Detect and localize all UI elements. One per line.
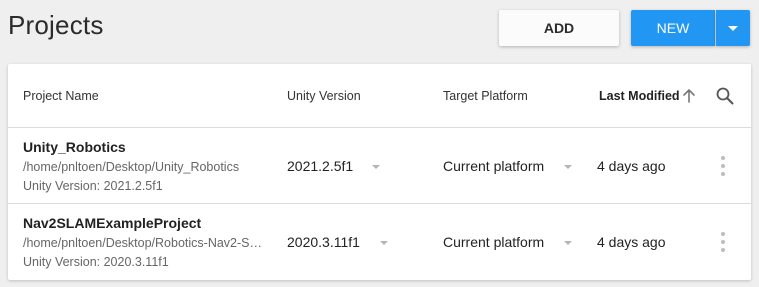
- chevron-down-icon[interactable]: [380, 241, 388, 245]
- project-name: Unity_Robotics: [23, 139, 126, 155]
- chevron-down-icon[interactable]: [372, 165, 380, 169]
- table-row[interactable]: Nav2SLAMExampleProject /home/pnltoen/Des…: [8, 204, 751, 280]
- target-platform-select[interactable]: Current platform: [443, 234, 544, 250]
- arrow-up-icon[interactable]: [682, 88, 696, 104]
- last-modified: 4 days ago: [597, 234, 666, 250]
- column-header-last-modified[interactable]: Last Modified: [599, 89, 680, 103]
- project-path: /home/pnltoen/Desktop/Robotics-Nav2-S…: [23, 236, 263, 250]
- column-header-project-name[interactable]: Project Name: [23, 89, 99, 103]
- column-header-target-platform[interactable]: Target Platform: [443, 89, 528, 103]
- new-dropdown-button[interactable]: [716, 10, 750, 46]
- project-path: /home/pnltoen/Desktop/Unity_Robotics: [23, 160, 240, 174]
- unity-version-select[interactable]: 2020.3.11f1: [287, 234, 360, 250]
- table-header: Project Name Unity Version Target Platfo…: [8, 64, 751, 128]
- search-icon[interactable]: [715, 86, 735, 106]
- table-row[interactable]: Unity_Robotics /home/pnltoen/Desktop/Uni…: [8, 128, 751, 204]
- projects-table: Project Name Unity Version Target Platfo…: [8, 64, 751, 280]
- unity-version-select[interactable]: 2021.2.5f1: [287, 158, 353, 174]
- new-button[interactable]: NEW: [631, 10, 715, 46]
- project-name: Nav2SLAMExampleProject: [23, 215, 202, 231]
- chevron-down-icon[interactable]: [564, 241, 572, 245]
- last-modified: 4 days ago: [597, 158, 666, 174]
- more-vertical-icon[interactable]: [720, 156, 726, 176]
- chevron-down-icon[interactable]: [564, 165, 572, 169]
- add-button[interactable]: ADD: [499, 10, 619, 46]
- project-unity-version-info: Unity Version: 2020.3.11f1: [23, 255, 169, 269]
- project-unity-version-info: Unity Version: 2021.2.5f1: [23, 179, 163, 193]
- chevron-down-icon: [728, 25, 738, 31]
- page-title: Projects: [8, 10, 104, 40]
- more-vertical-icon[interactable]: [720, 232, 726, 252]
- target-platform-select[interactable]: Current platform: [443, 158, 544, 174]
- column-header-unity-version[interactable]: Unity Version: [287, 89, 361, 103]
